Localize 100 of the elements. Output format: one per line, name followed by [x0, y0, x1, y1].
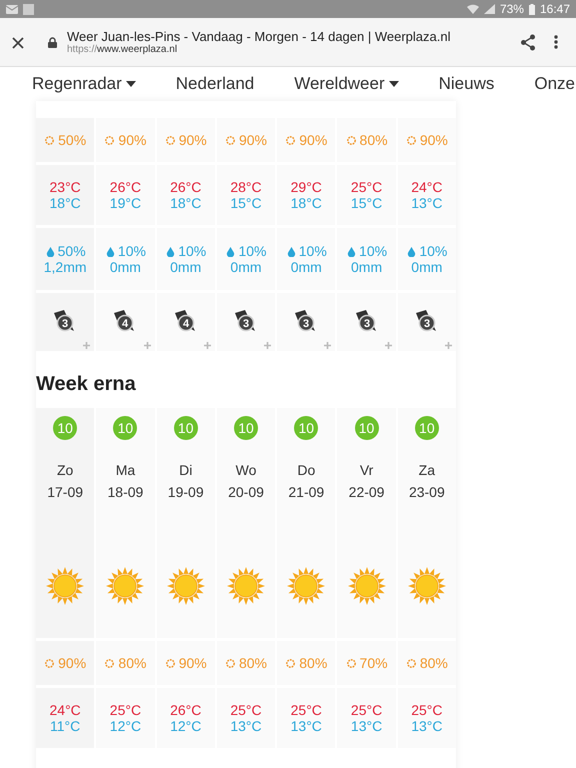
- sun-icon: [104, 658, 116, 668]
- sun-icon: [346, 566, 387, 606]
- sunshine-chance: 90%: [104, 132, 146, 148]
- close-icon: [12, 37, 24, 49]
- weekday: Do: [297, 462, 316, 478]
- raindrop-icon: [104, 246, 116, 256]
- sunshine-chance: 90%: [164, 132, 207, 148]
- nav-link[interactable]: Nederland: [176, 74, 254, 94]
- plus-icon[interactable]: [324, 342, 332, 349]
- date: 19-09: [168, 484, 204, 500]
- score-badge: 10: [234, 416, 258, 440]
- min-temperature: 13°C: [350, 718, 382, 734]
- sunshine-chance: 70%: [346, 655, 388, 671]
- score-badge: 10: [414, 416, 439, 440]
- sun-icon: [346, 658, 357, 668]
- raindrop-icon: [165, 246, 176, 256]
- max-temperature: 24°C: [50, 702, 81, 718]
- sun-icon: [224, 658, 236, 668]
- max-temperature: 23°C: [50, 179, 81, 195]
- max-temperature: 25°C: [230, 702, 262, 718]
- sunshine-chance: 90%: [285, 132, 328, 148]
- page-url: https://www.weerplaza.nl: [67, 44, 178, 55]
- sunshine-chance: 90%: [406, 132, 448, 148]
- min-temperature: 12°C: [110, 718, 142, 734]
- rain-amount: 0mm: [230, 259, 262, 275]
- section-heading: Week erna: [36, 372, 137, 397]
- app-icon: [23, 4, 34, 14]
- rain-chance: 10%: [225, 243, 266, 259]
- weekday: Di: [179, 462, 192, 478]
- nav-link[interactable]: Nieuws: [438, 74, 494, 94]
- min-temperature: 19°C: [110, 195, 142, 211]
- max-temperature: 28°C: [230, 179, 262, 195]
- sunshine-chance: 90%: [44, 655, 86, 671]
- caret-icon[interactable]: [126, 81, 136, 87]
- date: 21-09: [288, 484, 324, 500]
- sun-icon: [44, 658, 56, 668]
- sun-icon: [105, 566, 146, 606]
- plus-icon[interactable]: [384, 342, 392, 349]
- nav-link[interactable]: Wereldweer: [294, 74, 385, 94]
- plus-icon[interactable]: [444, 342, 452, 349]
- max-temperature: 25°C: [411, 702, 442, 718]
- rain-amount: 1,2mm: [44, 259, 87, 275]
- nav-link[interactable]: Regenradar: [32, 74, 122, 94]
- sun-icon: [45, 566, 86, 606]
- sun-icon: [406, 566, 447, 606]
- page-title: Weer Juan-les-Pins - Vandaag - Morgen - 14 dagen | Weerplaza.nl: [67, 29, 452, 44]
- weekday: Za: [418, 462, 436, 478]
- min-temperature: 15°C: [350, 195, 382, 211]
- max-temperature: 26°C: [110, 179, 142, 195]
- more-icon[interactable]: [554, 35, 558, 49]
- min-temperature: 18°C: [50, 195, 81, 211]
- raindrop-icon: [406, 246, 418, 256]
- sun-icon: [44, 134, 56, 146]
- plus-icon[interactable]: [204, 342, 211, 349]
- max-temperature: 26°C: [170, 702, 202, 718]
- signal-icon: [484, 4, 495, 14]
- sun-icon: [406, 658, 417, 668]
- score-badge: 10: [113, 416, 138, 440]
- sunshine-chance: 80%: [346, 132, 388, 148]
- raindrop-icon: [225, 246, 236, 256]
- plus-icon[interactable]: [264, 342, 272, 349]
- max-temperature: 24°C: [411, 179, 442, 195]
- sunshine-chance: 80%: [224, 655, 267, 671]
- share-icon[interactable]: [520, 34, 536, 50]
- score-badge: 10: [53, 416, 78, 440]
- sunshine-chance: 50%: [44, 132, 86, 148]
- lock-icon: [48, 36, 57, 48]
- date: 18-09: [108, 484, 144, 500]
- raindrop-icon: [346, 246, 358, 256]
- rain-chance: 10%: [165, 243, 206, 259]
- sun-icon: [285, 134, 296, 146]
- sun-icon: [164, 658, 176, 668]
- wifi-icon: [466, 4, 479, 14]
- sunshine-chance: 90%: [164, 655, 207, 671]
- rain-chance: 50%: [44, 243, 86, 259]
- max-temperature: 25°C: [350, 702, 382, 718]
- rain-amount: 0mm: [351, 259, 382, 275]
- plus-icon[interactable]: [83, 342, 90, 349]
- rain-chance: 10%: [346, 243, 388, 259]
- rain-chance: 10%: [104, 243, 146, 259]
- min-temperature: 13°C: [411, 718, 442, 734]
- min-temperature: 18°C: [170, 195, 202, 211]
- sun-icon: [166, 566, 206, 606]
- caret-icon[interactable]: [388, 81, 399, 87]
- min-temperature: 18°C: [290, 195, 322, 211]
- min-temperature: 11°C: [50, 718, 80, 734]
- rain-amount: 0mm: [110, 259, 141, 275]
- score-badge: 10: [174, 416, 198, 440]
- max-temperature: 29°C: [290, 179, 322, 195]
- max-temperature: 25°C: [290, 702, 322, 718]
- min-temperature: 13°C: [290, 718, 322, 734]
- battery-icon: [528, 4, 535, 14]
- plus-icon[interactable]: [144, 342, 151, 349]
- nav-link[interactable]: Onze: [534, 74, 576, 94]
- rain-amount: 0mm: [411, 259, 442, 275]
- min-temperature: 12°C: [170, 718, 202, 734]
- min-temperature: 13°C: [411, 195, 442, 211]
- max-temperature: 26°C: [170, 179, 202, 195]
- min-temperature: 13°C: [230, 718, 262, 734]
- max-temperature: 25°C: [350, 179, 382, 195]
